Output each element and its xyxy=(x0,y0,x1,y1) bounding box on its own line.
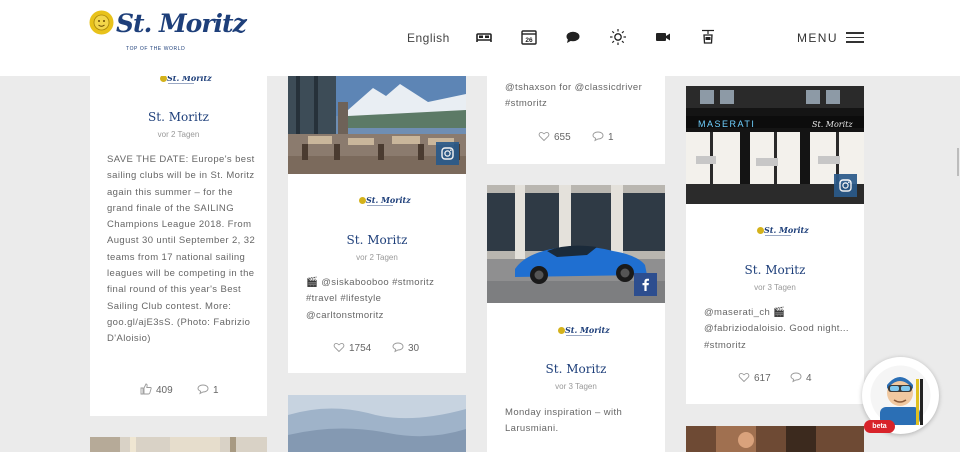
comment-icon xyxy=(392,342,404,353)
post-date: vor 3 Tagen xyxy=(754,283,796,292)
sun-icon[interactable] xyxy=(609,28,627,46)
like-count[interactable]: 409 xyxy=(140,383,173,396)
like-count[interactable]: 617 xyxy=(738,371,771,384)
beta-badge: beta xyxy=(864,420,895,433)
like-count[interactable]: 655 xyxy=(538,130,571,143)
logo-tagline: TOP OF THE WORLD xyxy=(126,46,186,52)
post-text: @tshaxson for @classicdriver #stmoritz xyxy=(505,82,643,110)
comment-icon xyxy=(790,372,802,383)
facebook-icon[interactable] xyxy=(634,273,657,296)
post-text: @maserati_ch 🎬 @fabriziodaloisio. Good n… xyxy=(704,307,849,351)
social-post-card[interactable] xyxy=(686,426,864,452)
instagram-icon[interactable] xyxy=(436,142,459,165)
post-source-logo: St. Moritz xyxy=(558,325,610,339)
heart-icon xyxy=(538,131,550,142)
post-text: Monday inspiration – with Larusmiani. xyxy=(505,407,623,435)
post-title[interactable]: St. Moritz xyxy=(288,233,466,247)
post-photo xyxy=(288,395,466,452)
menu-label[interactable]: MENU xyxy=(797,31,838,45)
post-photo xyxy=(686,426,864,452)
site-header: St. Moritz TOP OF THE WORLD English 26 M… xyxy=(0,0,960,76)
language-selector[interactable]: English xyxy=(407,31,450,45)
sun-logo-icon xyxy=(89,10,114,35)
comment-count[interactable]: 4 xyxy=(790,371,812,384)
comment-icon xyxy=(197,384,209,395)
comment-count[interactable]: 1 xyxy=(592,130,614,143)
post-title[interactable]: St. Moritz xyxy=(90,110,267,124)
post-photo xyxy=(90,437,267,452)
post-title[interactable]: St. Moritz xyxy=(487,362,665,376)
logo-wordmark: St. Moritz xyxy=(116,9,247,38)
post-date: vor 2 Tagen xyxy=(157,130,200,139)
post-photo[interactable] xyxy=(487,185,665,303)
chat-icon[interactable] xyxy=(564,28,582,46)
heart-icon xyxy=(738,372,750,383)
comment-count[interactable]: 1 xyxy=(197,383,219,396)
svg-text:St. Moritz: St. Moritz xyxy=(812,120,853,129)
post-text: SAVE THE DATE: Europe's best sailing clu… xyxy=(107,154,256,345)
calendar-icon[interactable]: 26 xyxy=(520,28,538,46)
thumbs-up-icon xyxy=(140,383,152,395)
svg-text:26: 26 xyxy=(525,37,533,44)
social-post-card[interactable]: MASERATI St. Moritz St. Moritz St. Morit… xyxy=(686,86,864,404)
post-date: vor 3 Tagen xyxy=(555,382,597,391)
social-post-card[interactable]: St. Moritz St. Moritz vor 3 Tagen Monday… xyxy=(487,185,665,452)
cable-car-icon[interactable] xyxy=(699,28,717,46)
post-text: 🎬 @siskabooboo #stmoritz #travel #lifest… xyxy=(306,277,435,321)
post-date: vor 2 Tagen xyxy=(356,253,398,262)
social-post-card[interactable] xyxy=(90,437,267,452)
svg-text:MASERATI: MASERATI xyxy=(698,119,755,129)
comment-count[interactable]: 30 xyxy=(392,341,419,354)
social-post-card[interactable]: St. Moritz St. Moritz vor 2 Tagen 🎬 @sis… xyxy=(288,76,466,373)
scrollbar-thumb[interactable] xyxy=(957,148,959,176)
heart-icon xyxy=(333,342,345,353)
post-photo[interactable] xyxy=(288,76,466,174)
post-source-logo: St. Moritz xyxy=(359,195,411,209)
social-post-card[interactable] xyxy=(288,395,466,452)
like-count[interactable]: 1754 xyxy=(333,341,371,354)
post-source-logo: St. Moritz xyxy=(757,225,809,239)
post-photo[interactable]: MASERATI St. Moritz xyxy=(686,86,864,204)
comment-icon xyxy=(592,131,604,142)
social-post-card[interactable]: St. Moritz St. Moritz vor 2 Tagen SAVE T… xyxy=(90,60,267,416)
hamburger-icon[interactable] xyxy=(846,32,864,43)
instagram-icon[interactable] xyxy=(834,174,857,197)
video-camera-icon[interactable] xyxy=(654,28,672,46)
bed-icon[interactable] xyxy=(475,28,493,46)
post-title[interactable]: St. Moritz xyxy=(686,263,864,277)
st-moritz-logo[interactable]: St. Moritz TOP OF THE WORLD xyxy=(89,9,247,56)
